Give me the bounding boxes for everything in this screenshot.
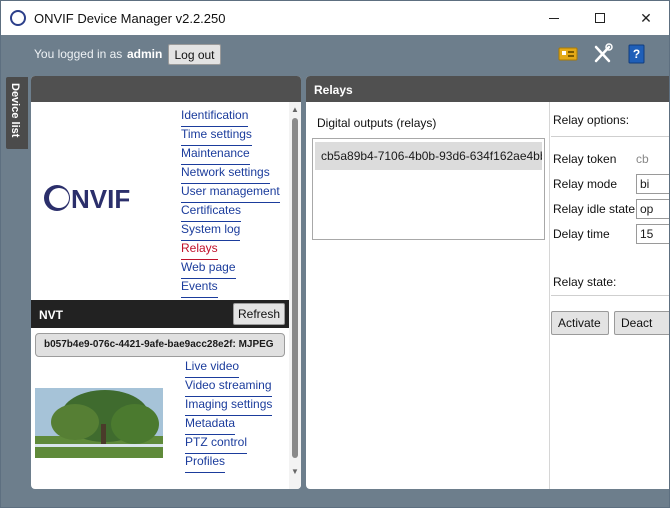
device-list-tab[interactable]: Device list	[6, 77, 28, 149]
minimize-icon	[549, 17, 559, 19]
device-selector[interactable]: b057b4e9-076c-4421-9afe-bae9acc28e2f: MJ…	[35, 333, 285, 357]
menu-link-time-settings[interactable]: Time settings	[181, 127, 252, 146]
menu-link-identification[interactable]: Identification	[181, 108, 249, 127]
username: admin	[127, 47, 163, 61]
top-bar: You logged in as admin Log out ?	[1, 35, 669, 73]
state-divider	[551, 295, 669, 296]
onvif-app-icon	[10, 10, 26, 26]
activate-button[interactable]: Activate	[551, 311, 609, 335]
relay-token-value: cb	[636, 152, 649, 166]
delay-time-input[interactable]: 15	[636, 224, 669, 244]
title-bar: ONVIF Device Manager v2.2.250 ✕	[1, 1, 669, 35]
tools-icon[interactable]	[592, 43, 614, 65]
menu-link-network-settings[interactable]: Network settings	[181, 165, 270, 184]
close-icon: ✕	[640, 9, 652, 26]
scroll-up-icon[interactable]: ▲	[291, 105, 299, 114]
device-panel: Identification Time settings Maintenance Ne…	[31, 76, 301, 489]
scroll-thumb[interactable]	[292, 118, 298, 458]
media-menu: Live video Video streaming Imaging setting…	[185, 359, 273, 473]
relay-token-label: Relay token	[553, 152, 617, 166]
relay-mode-select[interactable]: bi	[636, 174, 669, 194]
relays-header: Relays	[306, 76, 669, 102]
network-card-icon[interactable]	[557, 43, 579, 65]
relay-state-label: Relay state:	[553, 275, 617, 289]
close-button[interactable]: ✕	[623, 1, 669, 35]
nvt-label: NVT	[39, 308, 63, 322]
device-menu: Identification Time settings Maintenance Ne…	[181, 108, 280, 298]
relay-mode-label: Relay mode	[553, 177, 618, 191]
menu-link-events[interactable]: Events	[181, 279, 218, 298]
maximize-icon	[595, 13, 605, 23]
menu-link-maintenance[interactable]: Maintenance	[181, 146, 250, 165]
scroll-down-icon[interactable]: ▼	[291, 467, 299, 476]
nvt-bar: NVT Refresh	[31, 300, 289, 328]
media-link-metadata[interactable]: Metadata	[185, 416, 236, 435]
relays-title: Relays	[314, 83, 353, 97]
media-link-ptz-control[interactable]: PTZ control	[185, 435, 248, 454]
login-prefix: You logged in as	[34, 47, 123, 61]
menu-link-certificates[interactable]: Certificates	[181, 203, 242, 222]
minimize-button[interactable]	[531, 1, 577, 35]
logout-button[interactable]: Log out	[168, 44, 221, 65]
list-item[interactable]: cb5a89b4-7106-4b0b-93d6-634f162ae4bb	[315, 142, 542, 170]
media-link-imaging-settings[interactable]: Imaging settings	[185, 397, 273, 416]
svg-text:NVIF: NVIF	[71, 184, 130, 214]
relay-idle-state-label: Relay idle state	[553, 202, 636, 216]
device-list-tab-label: Device list	[9, 83, 21, 138]
relay-options-label: Relay options:	[553, 113, 630, 127]
relay-idle-state-select[interactable]: op	[636, 199, 669, 219]
app-window: ONVIF Device Manager v2.2.250 ✕ You logg…	[0, 0, 670, 508]
svg-text:?: ?	[633, 47, 640, 61]
maximize-button[interactable]	[577, 1, 623, 35]
media-link-profiles[interactable]: Profiles	[185, 454, 226, 473]
media-link-live-video[interactable]: Live video	[185, 359, 240, 378]
options-divider	[551, 136, 669, 137]
menu-link-relays[interactable]: Relays	[181, 241, 218, 260]
help-book-icon[interactable]: ?	[626, 43, 648, 65]
onvif-logo: NVIF	[44, 184, 130, 214]
relays-panel: Relays Digital outputs (relays) cb5a89b4…	[306, 76, 669, 489]
camera-thumbnail[interactable]	[35, 388, 163, 458]
window-controls: ✕	[531, 1, 669, 35]
digital-outputs-label: Digital outputs (relays)	[317, 116, 437, 130]
digital-outputs-list[interactable]: cb5a89b4-7106-4b0b-93d6-634f162ae4bb	[312, 138, 545, 240]
menu-link-user-management[interactable]: User management	[181, 184, 280, 203]
delay-time-label: Delay time	[553, 227, 610, 241]
device-panel-header	[31, 76, 301, 102]
refresh-button[interactable]: Refresh	[233, 303, 285, 325]
media-link-video-streaming[interactable]: Video streaming	[185, 378, 272, 397]
device-panel-scrollbar[interactable]: ▲ ▼	[289, 102, 301, 489]
deactivate-button[interactable]: Deact	[614, 311, 669, 335]
window-title: ONVIF Device Manager v2.2.250	[34, 10, 226, 26]
panel-divider	[549, 102, 550, 489]
menu-link-system-log[interactable]: System log	[181, 222, 241, 241]
menu-link-web-page[interactable]: Web page	[181, 260, 236, 279]
